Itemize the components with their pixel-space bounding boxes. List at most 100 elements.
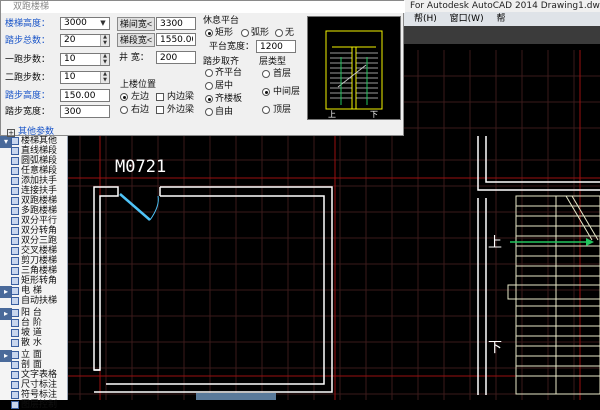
layer-icon: [11, 401, 19, 409]
dimension-icon: [11, 381, 19, 389]
floor-top-radio[interactable]: [262, 106, 270, 114]
section-icon: [11, 361, 19, 369]
flight-width-input[interactable]: [156, 33, 196, 46]
palette-item-elevation[interactable]: 立 面: [11, 350, 67, 360]
palette-item-rect-corner[interactable]: 矩形转角: [11, 276, 67, 286]
landing-none-radio[interactable]: [275, 29, 283, 37]
palette-item-dimension[interactable]: 尺寸标注: [11, 380, 67, 390]
expand-plus-icon[interactable]: +: [7, 129, 15, 137]
landing-label: 休息平台: [203, 16, 240, 26]
preview-up-label: 上: [328, 110, 336, 119]
spin-arrows-icon[interactable]: ▲ ▼: [100, 71, 109, 83]
palette-item-scissor-stair[interactable]: 剪刀楼梯: [11, 256, 67, 266]
palette-item-layer-control[interactable]: 图层控制: [11, 400, 67, 410]
palette-item-cross-stair[interactable]: 交叉楼梯: [11, 246, 67, 256]
align-center-label: 居中: [215, 81, 234, 91]
second-flight-stepper[interactable]: 10 ▲ ▼: [60, 71, 110, 84]
stair-icon: [11, 137, 19, 145]
stair-icon: [11, 207, 19, 215]
menu-item-help-left[interactable]: 帮(H): [414, 14, 437, 24]
palette-item-escalator[interactable]: 自动扶梯: [11, 296, 67, 306]
palette-item-elevator[interactable]: 电 梯: [11, 286, 67, 296]
well-width-label: 井 宽：: [119, 53, 149, 63]
step-width-input[interactable]: [60, 105, 110, 118]
palette-item-multi-stair[interactable]: 多跑楼梯: [11, 206, 67, 216]
total-steps-stepper[interactable]: 20 ▲ ▼: [60, 34, 110, 47]
palette-item-add-handrail[interactable]: 添加扶手: [11, 176, 67, 186]
landing-width-input[interactable]: [256, 40, 296, 53]
floor-first-label: 首层: [273, 69, 292, 79]
stair-icon: [11, 267, 19, 275]
upstair-left-radio[interactable]: [120, 93, 128, 101]
palette-item-arc-flight[interactable]: 圆弧梯段: [11, 156, 67, 166]
more-params-toggle[interactable]: + 其他参数: [7, 124, 54, 137]
palette-item-stair-other[interactable]: 楼梯其他: [11, 136, 67, 146]
more-params-label: 其他参数: [18, 127, 55, 137]
floor-height-label: 楼梯高度：: [5, 19, 51, 29]
align-free-label: 自由: [215, 107, 234, 117]
palette-item-steps[interactable]: 台 阶: [11, 318, 67, 328]
app-titlebar: For Autodesk AutoCAD 2014 Drawing1.dwg: [404, 0, 600, 12]
palette-item-apron[interactable]: 散 水: [11, 338, 67, 348]
stair-icon: [11, 227, 19, 235]
spin-arrows-icon[interactable]: ▲ ▼: [100, 34, 109, 46]
floor-middle-label: 中间层: [273, 87, 301, 97]
escalator-icon: [11, 297, 19, 305]
elevation-icon: [11, 351, 19, 359]
floor-height-combo[interactable]: 3000 ▼: [60, 17, 110, 30]
palette-item-split-three[interactable]: 双分三跑: [11, 236, 67, 246]
palette-item-double-stair[interactable]: 双跑楼梯: [11, 196, 67, 206]
palette-item-section[interactable]: 剖 面: [11, 360, 67, 370]
chevron-down-icon[interactable]: ▼: [97, 18, 109, 29]
spin-arrows-icon[interactable]: ▲ ▼: [100, 53, 109, 65]
landing-arc-radio[interactable]: [241, 29, 249, 37]
palette-item-ramp[interactable]: 坡 道: [11, 328, 67, 338]
stair-icon: [11, 157, 19, 165]
upstair-right-label: 右边: [131, 105, 150, 115]
handrail-icon: [11, 177, 19, 185]
stair-icon: [11, 147, 19, 155]
align-free-radio[interactable]: [205, 108, 213, 116]
flight-width-pick-button[interactable]: 梯段宽<: [117, 33, 155, 47]
palette-item-split-parallel[interactable]: 双分平行: [11, 216, 67, 226]
stair-icon: [11, 247, 19, 255]
tool-palette: ▾ 楼梯其他 直线梯段 圆弧梯段 任意梯段 添加扶手 连接扶手 双跑楼梯 多跑楼…: [0, 136, 68, 410]
second-flight-label: 二跑步数：: [5, 73, 51, 83]
floor-middle-radio[interactable]: [262, 88, 270, 96]
landing-rect-radio[interactable]: [205, 29, 213, 37]
outer-beam-label: 外边梁: [167, 105, 195, 115]
align-landing-board-label: 齐楼板: [215, 94, 243, 104]
floor-type-label: 层类型: [259, 57, 287, 67]
palette-item-text-table[interactable]: 文字表格: [11, 370, 67, 380]
first-flight-stepper[interactable]: 10 ▲ ▼: [60, 53, 110, 66]
step-height-label: 踏步高度：: [5, 91, 51, 101]
palette-item-triangle-stair[interactable]: 三角楼梯: [11, 266, 67, 276]
upstair-right-radio[interactable]: [120, 106, 128, 114]
stair-preview-drawing: 上 下: [325, 30, 383, 119]
outer-beam-checkbox[interactable]: [156, 106, 164, 114]
palette-item-any-flight[interactable]: 任意梯段: [11, 166, 67, 176]
stair-preview: 上 下: [307, 16, 401, 120]
palette-item-straight-flight[interactable]: 直线梯段: [11, 146, 67, 156]
menu-item-help[interactable]: 帮: [496, 14, 505, 24]
palette-item-connect-handrail[interactable]: 连接扶手: [11, 186, 67, 196]
preview-down-label: 下: [370, 110, 378, 119]
align-landing-board-radio[interactable]: [205, 95, 213, 103]
step-height-input[interactable]: [60, 89, 110, 102]
floor-top-label: 顶层: [273, 105, 292, 115]
landing-width-label: 平台宽度：: [209, 42, 255, 52]
align-platform-radio[interactable]: [205, 69, 213, 77]
app-menubar: 帮(H) 窗口(W) 帮: [404, 12, 600, 26]
inner-beam-checkbox[interactable]: [156, 93, 164, 101]
palette-item-symbol[interactable]: 符号标注: [11, 390, 67, 400]
stair-width-input[interactable]: [156, 17, 196, 30]
inner-beam-label: 内边梁: [167, 92, 195, 102]
upstair-position-label: 上楼位置: [120, 80, 157, 90]
palette-item-split-corner[interactable]: 双分转角: [11, 226, 67, 236]
align-center-radio[interactable]: [205, 82, 213, 90]
stair-width-pick-button[interactable]: 梯间宽<: [117, 17, 155, 31]
well-width-input[interactable]: [156, 51, 196, 64]
floor-first-radio[interactable]: [262, 70, 270, 78]
menu-item-window[interactable]: 窗口(W): [450, 14, 484, 24]
palette-item-balcony[interactable]: 阳 台: [11, 308, 67, 318]
